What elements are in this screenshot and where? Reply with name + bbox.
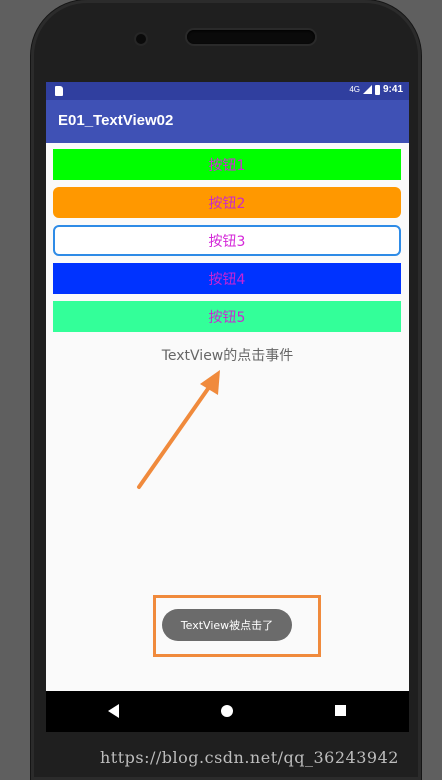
button-3[interactable]: 按钮3 [53,225,401,256]
battery-icon [374,84,380,95]
signal-icon [362,85,372,94]
button-1[interactable]: 按钮1 [53,149,401,180]
app-title: E01_TextView02 [58,112,174,129]
front-camera [136,34,146,44]
back-icon[interactable] [108,704,119,718]
status-bar: 4G 9:41 [46,82,409,100]
toast-message: TextView被点击了 [162,609,292,641]
status-right: 4G 9:41 [349,84,403,95]
earpiece-speaker [187,30,315,44]
textview-click[interactable]: TextView的点击事件 [46,345,409,365]
button-5[interactable]: 按钮5 [53,301,401,332]
clock: 9:41 [382,84,403,95]
network-type: 4G [349,85,360,94]
button-4[interactable]: 按钮4 [53,263,401,294]
app-screen: 4G 9:41 E01_TextView02 按钮1 按钮2 按钮3 按钮4 按… [46,82,409,732]
recent-apps-icon[interactable] [335,705,346,716]
app-toolbar: E01_TextView02 [46,100,409,143]
home-icon[interactable] [221,705,233,717]
button-2[interactable]: 按钮2 [53,187,401,218]
sd-card-icon [55,86,63,96]
navigation-bar [46,691,409,732]
watermark: https://blog.csdn.net/qq_36243942 [100,748,399,767]
